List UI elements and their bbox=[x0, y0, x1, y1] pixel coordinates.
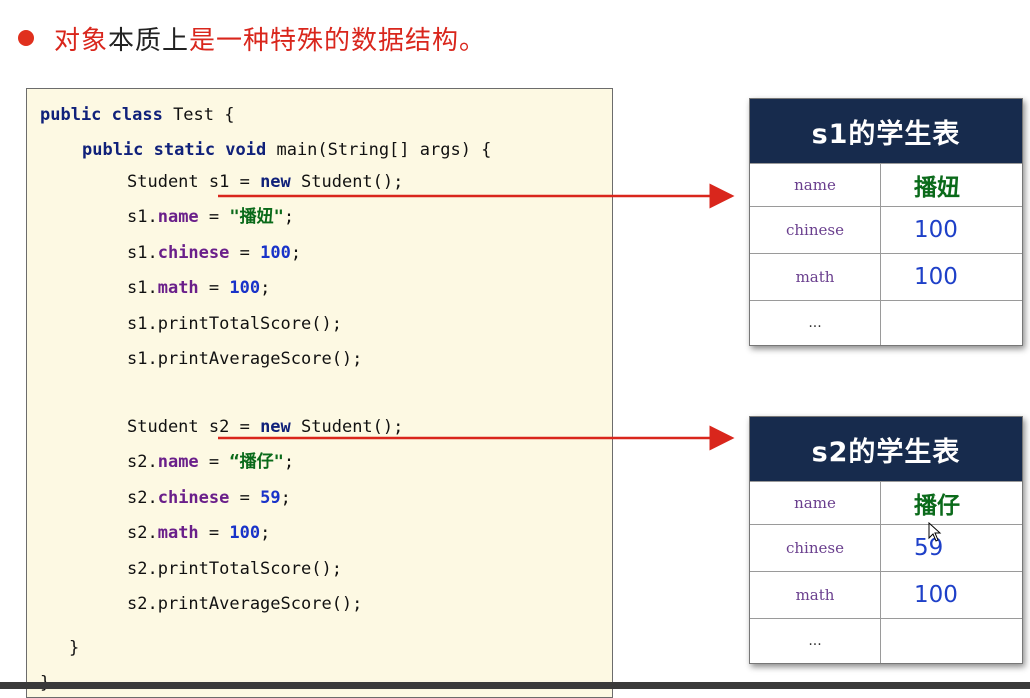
table-row: name 播妞 bbox=[750, 163, 1022, 206]
table-title: s2的学生表 bbox=[750, 417, 1022, 481]
mouse-cursor-icon bbox=[928, 522, 942, 542]
row-value: 播妞 bbox=[914, 175, 960, 201]
row-key: chinese bbox=[750, 525, 881, 571]
table-title: s1的学生表 bbox=[750, 99, 1022, 163]
row-value: 100 bbox=[914, 582, 958, 608]
row-key: ... bbox=[750, 301, 881, 345]
row-value: 100 bbox=[914, 217, 958, 243]
table-row: math 100 bbox=[750, 253, 1022, 300]
row-value: 播仔 bbox=[914, 493, 960, 519]
table-row: chinese 100 bbox=[750, 206, 1022, 253]
row-value bbox=[881, 619, 1022, 663]
row-key: ... bbox=[750, 619, 881, 663]
row-key: chinese bbox=[750, 207, 881, 253]
row-value: 59 bbox=[914, 535, 944, 561]
table-row: chinese 59 bbox=[750, 524, 1022, 571]
table-row: name 播仔 bbox=[750, 481, 1022, 524]
row-key: math bbox=[750, 572, 881, 618]
table-row: ... bbox=[750, 300, 1022, 345]
row-value: 100 bbox=[914, 264, 958, 290]
row-key: name bbox=[750, 164, 881, 206]
bottom-bar bbox=[0, 682, 1030, 689]
student-table-s2: s2的学生表 name 播仔 chinese 59 math 100 ... bbox=[749, 416, 1023, 664]
row-key: name bbox=[750, 482, 881, 524]
table-row: math 100 bbox=[750, 571, 1022, 618]
student-table-s1: s1的学生表 name 播妞 chinese 100 math 100 ... bbox=[749, 98, 1023, 346]
row-key: math bbox=[750, 254, 881, 300]
table-row: ... bbox=[750, 618, 1022, 663]
row-value bbox=[881, 301, 1022, 345]
